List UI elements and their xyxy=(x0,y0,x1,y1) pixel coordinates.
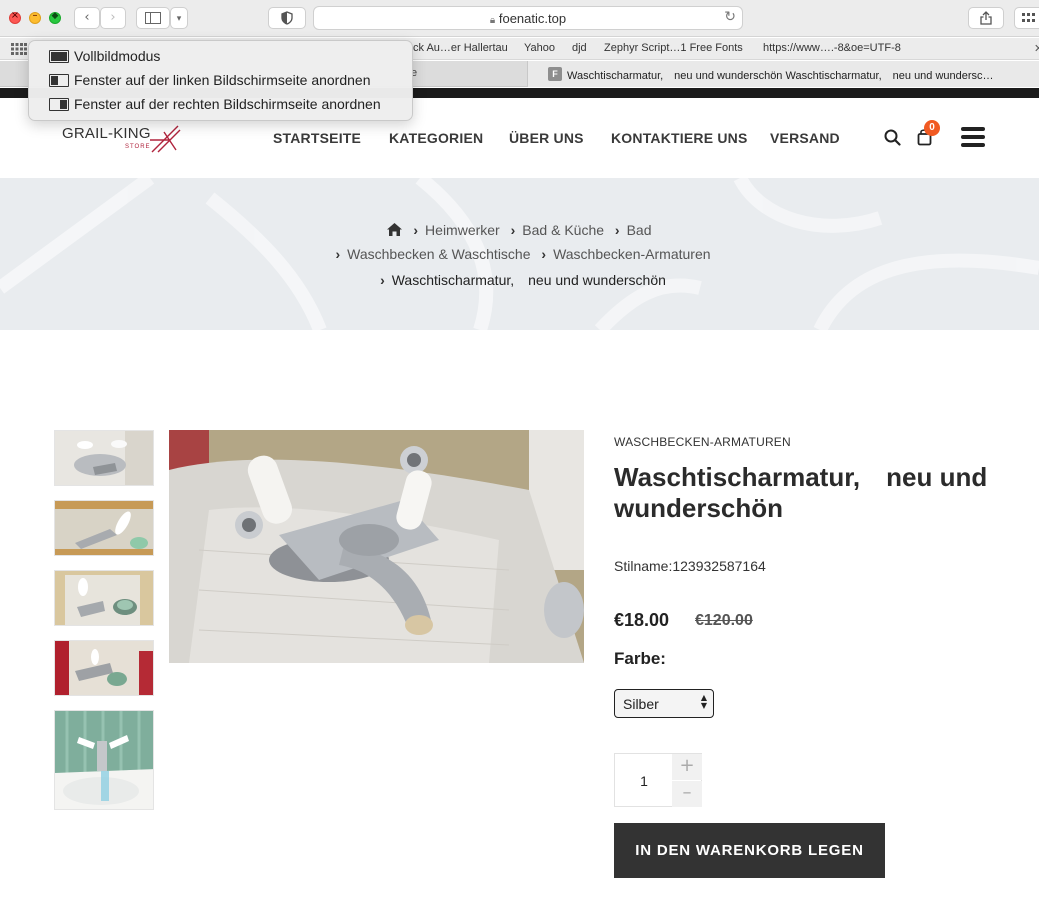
menu-item-label: Fenster auf der rechten Bildschirmseite … xyxy=(74,96,381,112)
thumbnail-image xyxy=(55,571,153,625)
logo-mark-icon xyxy=(150,125,181,153)
product-thumbnail[interactable] xyxy=(54,500,154,556)
chevron-left-icon: ‹ xyxy=(84,10,90,25)
tile-left-icon xyxy=(49,74,69,87)
product-old-price: €120.00 xyxy=(695,612,753,629)
window-minimize-button[interactable]: – xyxy=(29,10,41,24)
bookmark-item[interactable]: https://www….-8&oe=UTF-8 xyxy=(763,42,901,54)
breadcrumb-current: Waschtischarmatur, neu und wunderschön xyxy=(391,272,666,288)
browser-toolbar: × – ◆ ‹ › ▾ 🔒︎ foenatic.top ↻ xyxy=(0,0,1039,37)
hamburger-menu-icon[interactable] xyxy=(961,126,985,148)
quantity-stepper: 1 + – xyxy=(614,753,702,807)
home-icon[interactable] xyxy=(387,223,403,236)
chevron-right-icon: › xyxy=(335,246,341,262)
tab-overview-button[interactable] xyxy=(1014,7,1039,29)
tile-right-icon xyxy=(49,98,69,111)
product-style-name: Stilname:123932587164 xyxy=(614,558,766,574)
fullscreen-icon xyxy=(49,50,69,63)
address-text: foenatic.top xyxy=(498,11,567,26)
product-thumbnail[interactable] xyxy=(54,570,154,626)
address-bar[interactable]: 🔒︎ foenatic.top ↻ xyxy=(313,6,743,30)
breadcrumb-link[interactable]: Heimwerker xyxy=(425,222,500,238)
chevron-right-icon: › xyxy=(110,10,116,25)
sidebar-toggle-button[interactable] xyxy=(136,7,170,29)
bookmark-item[interactable]: Yahoo xyxy=(524,42,555,54)
site-logo-sub: STORE xyxy=(125,144,151,150)
plus-icon: + xyxy=(679,755,695,776)
lock-icon: 🔒︎ xyxy=(489,15,496,26)
breadcrumb: › Heimwerker › Bad & Küche › Bad xyxy=(0,222,1039,238)
bookmark-item[interactable]: Zephyr Script…1 Free Fonts xyxy=(604,42,743,54)
menu-item-label: Vollbildmodus xyxy=(74,48,161,64)
window-close-button[interactable]: × xyxy=(9,10,21,24)
chevron-right-icon: › xyxy=(510,222,516,238)
product-thumbnail[interactable] xyxy=(54,640,154,696)
tab-active[interactable]: F Waschtischarmatur, neu und wunderschön… xyxy=(527,61,1039,87)
breadcrumb-section: › Heimwerker › Bad & Küche › Bad › Waschbeck… xyxy=(0,178,1039,330)
nav-kontakt[interactable]: KONTAKTIERE UNS xyxy=(611,130,748,146)
bookmark-item[interactable]: djd xyxy=(572,42,587,54)
chevron-right-icon: › xyxy=(614,222,620,238)
color-select[interactable]: Silber ▲ ▼ xyxy=(614,689,714,718)
color-select-value: Silber xyxy=(623,696,659,712)
chevron-right-icon: › xyxy=(541,246,547,262)
share-button[interactable] xyxy=(968,7,1004,29)
minus-icon: – xyxy=(682,782,692,803)
faucet-photo xyxy=(169,430,584,663)
sidebar-menu-button[interactable]: ▾ xyxy=(170,7,188,29)
product-category-link[interactable]: WASCHBECKEN-ARMATUREN xyxy=(614,435,791,449)
thumbnail-image xyxy=(55,501,153,555)
window-tiling-menu: Vollbildmodus Fenster auf der linken Bil… xyxy=(28,40,413,121)
thumbnail-image xyxy=(55,711,153,809)
breadcrumb-line-3: › Waschtischarmatur, neu und wunderschön xyxy=(0,270,1039,290)
breadcrumb-link[interactable]: Waschbecken & Waschtische xyxy=(347,246,530,262)
breadcrumb-link[interactable]: Bad & Küche xyxy=(522,222,604,238)
nav-versand[interactable]: VERSAND xyxy=(770,130,840,146)
add-to-cart-button[interactable]: IN DEN WARENKORB LEGEN xyxy=(614,823,885,878)
product-title: Waschtischarmatur, neu und wunderschön xyxy=(614,462,995,523)
sidebar-icon xyxy=(145,12,161,24)
breadcrumb-link[interactable]: Waschbecken-Armaturen xyxy=(553,246,710,262)
product-thumbnail[interactable] xyxy=(54,710,154,810)
menu-item-label: Fenster auf der linken Bildschirmseite a… xyxy=(74,72,371,88)
nav-startseite[interactable]: STARTSEITE xyxy=(273,130,361,146)
product-thumbnail[interactable] xyxy=(54,430,154,486)
grid-icon xyxy=(1022,13,1035,22)
apps-grid-icon[interactable] xyxy=(11,43,27,55)
cart-count-badge: 0 xyxy=(924,120,940,136)
bookmark-item[interactable]: ck Au…er Hallertau xyxy=(413,42,508,54)
quantity-input[interactable]: 1 xyxy=(615,773,673,789)
chevron-right-icon: › xyxy=(413,222,419,238)
site-logo[interactable]: GRAIL-KING xyxy=(62,125,151,142)
thumbnail-image xyxy=(55,431,153,485)
privacy-report-button[interactable] xyxy=(268,7,306,29)
bookmarks-close-icon[interactable]: ✕ xyxy=(1034,42,1039,55)
search-icon[interactable] xyxy=(884,129,901,146)
share-icon xyxy=(980,11,992,25)
chevron-down-icon: ▾ xyxy=(176,14,182,24)
tab-title: Waschtischarmatur, neu und wunderschön W… xyxy=(567,70,994,82)
reload-icon[interactable]: ↻ xyxy=(724,9,736,25)
shield-icon xyxy=(281,11,293,25)
breadcrumb-link[interactable]: Bad xyxy=(627,222,652,238)
window-maximize-button[interactable]: ◆ xyxy=(49,11,61,24)
nav-ueber-uns[interactable]: ÜBER UNS xyxy=(509,130,584,146)
product-main-image[interactable] xyxy=(169,430,584,663)
quantity-decrease-button[interactable]: – xyxy=(672,781,702,807)
breadcrumb-line-2: › Waschbecken & Waschtische › Waschbecken-… xyxy=(0,246,1039,262)
product-price: €18.00 xyxy=(614,610,670,630)
chevron-right-icon: › xyxy=(380,272,385,288)
back-button[interactable]: ‹ xyxy=(74,7,100,29)
select-arrows-icon: ▲ ▼ xyxy=(700,693,707,710)
site-favicon-icon: F xyxy=(548,67,562,81)
color-label: Farbe: xyxy=(614,649,666,668)
forward-button[interactable]: › xyxy=(100,7,126,29)
nav-kategorien[interactable]: KATEGORIEN xyxy=(389,130,483,146)
thumbnail-image xyxy=(55,641,153,695)
quantity-increase-button[interactable]: + xyxy=(672,754,702,780)
